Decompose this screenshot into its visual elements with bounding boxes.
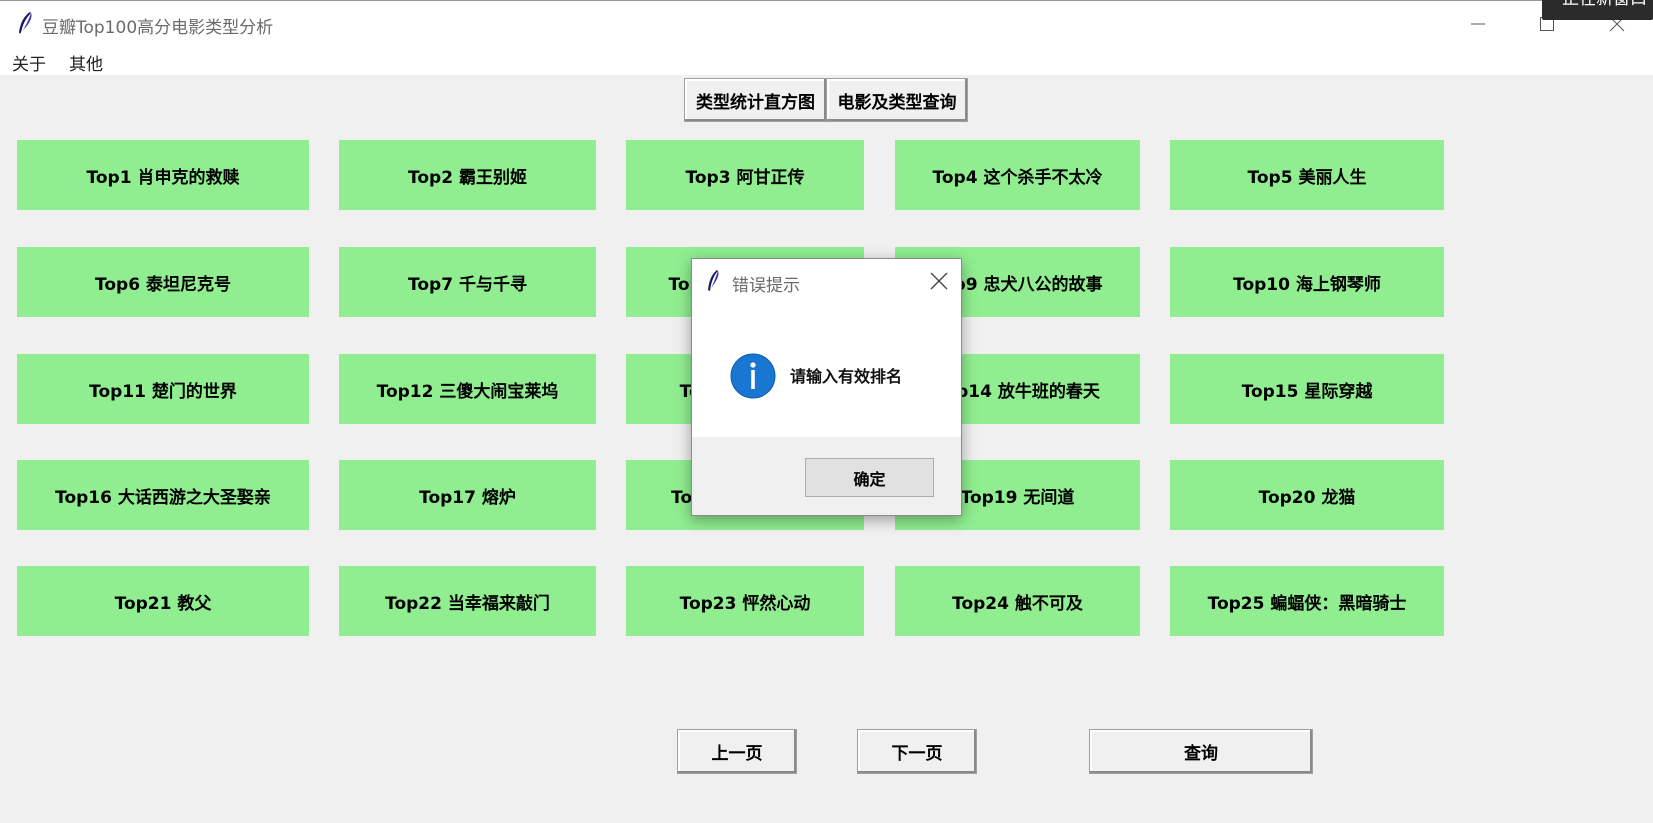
movie-query-button[interactable]: 电影及类型查询 [826,78,968,122]
window-title: 豆瓣Top100高分电影类型分析 [42,18,274,38]
menu-other[interactable]: 其他 [69,50,103,75]
next-page-button[interactable]: 下一页 [857,729,977,774]
movie-button-top25[interactable]: Top25 蝙蝠侠：黑暗骑士 [1170,566,1444,636]
prev-page-button[interactable]: 上一页 [677,729,797,774]
notification-toast: 正在新窗口 [1542,0,1653,20]
feather-icon [708,270,719,291]
minimize-icon[interactable] [1464,9,1492,37]
menu-about[interactable]: 关于 [12,50,46,75]
movie-button-top17[interactable]: Top17 熔炉 [339,460,596,530]
error-dialog: 错误提示 请输入有效排名 确定 [691,258,962,516]
movie-button-top7[interactable]: Top7 千与千寻 [339,247,596,317]
movie-button-top15[interactable]: Top15 星际穿越 [1170,354,1444,424]
search-button[interactable]: 查询 [1089,729,1313,774]
dialog-message: 请输入有效排名 [790,367,903,386]
movie-button-top4[interactable]: Top4 这个杀手不太冷 [895,140,1140,210]
movie-button-top2[interactable]: Top2 霸王别姬 [339,140,596,210]
ok-button[interactable]: 确定 [805,458,934,497]
menu-bar: 关于 其他 [0,46,1653,75]
title-bar: 豆瓣Top100高分电影类型分析 [0,0,1653,46]
movie-button-top11[interactable]: Top11 楚门的世界 [17,354,309,424]
dialog-title: 错误提示 [732,276,800,296]
movie-button-top22[interactable]: Top22 当幸福来敲门 [339,566,596,636]
movie-button-top5[interactable]: Top5 美丽人生 [1170,140,1444,210]
movie-button-top6[interactable]: Top6 泰坦尼克号 [17,247,309,317]
info-icon [730,353,776,399]
close-icon[interactable] [929,271,949,291]
movie-button-top10[interactable]: Top10 海上钢琴师 [1170,247,1444,317]
histogram-button[interactable]: 类型统计直方图 [684,78,827,122]
feather-icon [19,12,32,36]
movie-button-top20[interactable]: Top20 龙猫 [1170,460,1444,530]
movie-button-top1[interactable]: Top1 肖申克的救赎 [17,140,309,210]
movie-button-top16[interactable]: Top16 大话西游之大圣娶亲 [17,460,309,530]
movie-button-top23[interactable]: Top23 怦然心动 [626,566,864,636]
movie-button-top12[interactable]: Top12 三傻大闹宝莱坞 [339,354,596,424]
movie-button-top21[interactable]: Top21 教父 [17,566,309,636]
movie-button-top24[interactable]: Top24 触不可及 [895,566,1140,636]
movie-button-top3[interactable]: Top3 阿甘正传 [626,140,864,210]
